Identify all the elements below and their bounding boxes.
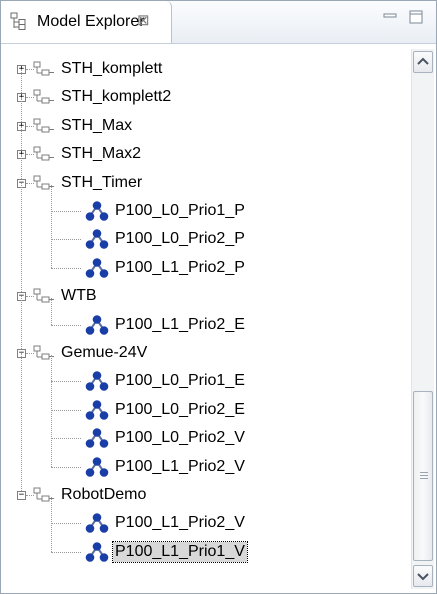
grip-line [420, 472, 428, 473]
project-label: STH_komplett2 [61, 88, 172, 105]
tree-project-row[interactable]: + STH_Max [9, 112, 409, 140]
scroll-down-button[interactable] [413, 565, 433, 587]
project-label: STH_Max [61, 117, 133, 134]
tree-project-row[interactable]: + STH_komplett2 [9, 83, 409, 111]
tree-project-row[interactable]: − Gemue-24V [9, 339, 409, 367]
tree-project-row[interactable]: + STH_komplett [9, 55, 409, 83]
project-label: STH_Max2 [61, 145, 142, 162]
grip-line [420, 475, 428, 476]
tree-connector [51, 410, 81, 411]
model-node-icon [85, 371, 109, 391]
model-node-icon [85, 428, 109, 448]
tab-title: Model Explorer [37, 13, 145, 30]
tree-project-row[interactable]: − WTB [9, 282, 409, 310]
model-label: P100_L1_Prio2_E [115, 316, 245, 333]
tree-connector [51, 325, 81, 326]
tree-project-row[interactable]: − RobotDemo [9, 481, 409, 509]
minimize-icon[interactable] [381, 7, 401, 27]
tree-model-row[interactable]: P100_L1_Prio2_V [9, 509, 409, 537]
tree-connector [21, 183, 22, 296]
view-titlebar: Model Explorer ⊠ [1, 1, 436, 44]
model-label: P100_L1_Prio2_V [115, 458, 245, 475]
tree-connector [51, 268, 81, 269]
tree-model-row[interactable]: P100_L0_Prio1_E [9, 367, 409, 395]
tree-model-row[interactable]: P100_L0_Prio2_P [9, 225, 409, 253]
project-folder-icon [33, 61, 54, 76]
tree-model-row[interactable]: P100_L1_Prio2_P [9, 254, 409, 282]
project-label: Gemue-24V [61, 344, 148, 361]
tree-connector [51, 523, 81, 524]
model-node-icon [85, 315, 109, 335]
tree-connector [51, 185, 52, 268]
tree-model-row[interactable]: P100_L0_Prio2_E [9, 396, 409, 424]
vertical-scrollbar[interactable] [411, 49, 434, 589]
model-label: P100_L0_Prio2_V [115, 429, 245, 446]
model-label: P100_L1_Prio2_P [115, 259, 245, 276]
scroll-thumb[interactable] [413, 391, 433, 561]
model-node-icon [85, 542, 109, 562]
tree-connector [51, 298, 52, 325]
grip-line [420, 478, 428, 479]
model-label: P100_L0_Prio1_P [115, 202, 245, 219]
tree-connector [51, 467, 81, 468]
chevron-down-icon [417, 573, 429, 581]
model-label: P100_L1_Prio2_V [115, 514, 245, 531]
model-label: P100_L0_Prio2_P [115, 230, 245, 247]
tree-model-row-selected[interactable]: P100_L1_Prio1_V [9, 538, 409, 566]
tree-connector [51, 438, 81, 439]
model-label: P100_L0_Prio1_E [115, 372, 245, 389]
project-label: RobotDemo [61, 486, 147, 503]
project-folder-icon [33, 89, 54, 104]
model-node-icon [85, 457, 109, 477]
model-node-icon [85, 513, 109, 533]
close-icon[interactable]: ⊠ [137, 11, 150, 29]
project-folder-icon [33, 146, 54, 161]
tree-connector [51, 381, 81, 382]
scroll-up-button[interactable] [413, 51, 433, 73]
model-label: P100_L1_Prio1_V [112, 541, 248, 563]
model-node-icon [85, 229, 109, 249]
project-label: STH_komplett [61, 60, 163, 77]
chevron-up-icon [417, 57, 429, 65]
tree-project-row[interactable]: − STH_Timer [9, 169, 409, 197]
tab-model-explorer[interactable]: Model Explorer ⊠ [1, 1, 172, 43]
model-tree[interactable]: + STH_komplett + STH_komplett2 + STH_Max + STH_… [9, 49, 411, 589]
tree-model-row[interactable]: P100_L0_Prio2_V [9, 424, 409, 452]
tree-model-row[interactable]: P100_L1_Prio2_V [9, 453, 409, 481]
tree-connector [21, 353, 22, 495]
model-explorer-view: Model Explorer ⊠ + STH_komplett + STH_kompl… [0, 0, 437, 594]
maximize-icon[interactable] [407, 7, 427, 27]
model-node-icon [85, 201, 109, 221]
project-folder-icon [33, 118, 54, 133]
tree-connector [51, 355, 52, 467]
model-node-icon [85, 258, 109, 278]
tree-model-row[interactable]: P100_L1_Prio2_E [9, 311, 409, 339]
collapse-toggle[interactable]: − [17, 491, 26, 500]
tree-project-row[interactable]: + STH_Max2 [9, 140, 409, 168]
model-label: P100_L0_Prio2_E [115, 401, 245, 418]
tree-model-row[interactable]: P100_L0_Prio1_P [9, 197, 409, 225]
tree-connector [51, 552, 81, 553]
model-explorer-icon [10, 12, 26, 30]
model-node-icon [85, 400, 109, 420]
tree-connector [51, 239, 81, 240]
tree-connector [51, 497, 52, 552]
project-label: WTB [61, 287, 97, 304]
project-label: STH_Timer [61, 174, 143, 191]
tree-connector [51, 211, 81, 212]
